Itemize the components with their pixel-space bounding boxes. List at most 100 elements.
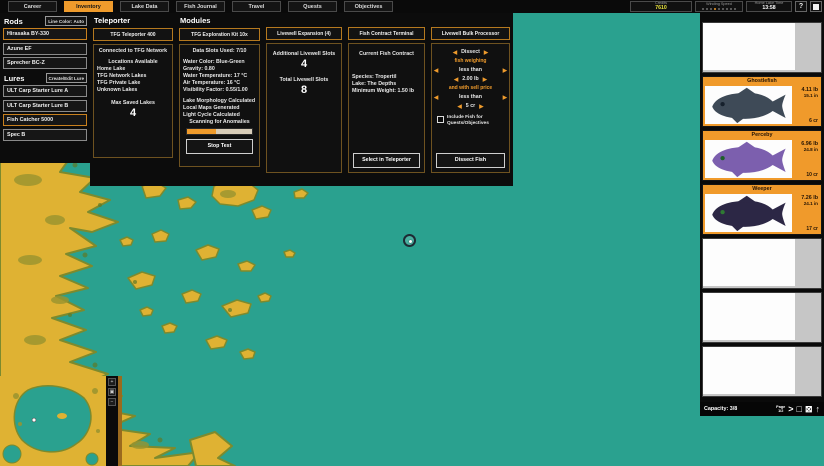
contract-lake: Lake: The Depths [352,81,421,88]
fish-price: 17 cr [806,226,818,232]
page-indicator: Page 1/2 [776,405,785,413]
fish-length: 15.1 in [802,93,818,99]
lure-item[interactable]: Spec B [3,129,87,141]
select-in-teleporter-button[interactable]: Select in Teleporter [353,153,420,168]
lure-item[interactable]: ULT Carp Starter Lure B [3,100,87,112]
price-increase-arrow[interactable] [479,104,483,110]
line-color-button[interactable]: Line Color: Auto [45,16,87,26]
minimap-zoom-in-button[interactable]: + [108,378,116,386]
data-slots-used: Data Slots Used: 7/10 [183,48,256,55]
calc-line: Local Maps Generated [183,105,256,112]
process-all-icon[interactable]: ⊠ [805,404,813,414]
equipment-panels: Teleporter TFG Teleporter 400 Connected … [90,13,513,186]
scroll-up-icon[interactable]: ↑ [816,404,821,414]
include-quest-fish-checkbox[interactable] [437,116,444,123]
tab-travel[interactable]: Travel [232,1,281,12]
livewell-slot-empty[interactable] [702,292,822,343]
location-item: Unknown Lakes [97,87,169,94]
teleporter-device-button[interactable]: TFG Teleporter 400 [93,28,173,41]
location-item: TFG Network Lakes [97,73,169,80]
minimap-zoom-out-button[interactable]: − [108,398,116,406]
tab-fish-journal[interactable]: Fish Journal [176,1,225,12]
lure-item[interactable]: ULT Carp Starter Lure A [3,85,87,97]
price-comparator-next-arrow[interactable] [503,95,507,101]
dissect-fish-button[interactable]: Dissect Fish [436,153,505,168]
tab-inventory[interactable]: Inventory [64,1,113,12]
tab-objectives[interactable]: Objectives [344,1,393,12]
tab-lake-data[interactable]: Lake Data [120,1,169,12]
weight-increase-arrow[interactable] [483,77,487,83]
minimap-center-button[interactable]: ▣ [108,388,116,396]
livewell-slot-empty[interactable] [702,238,822,289]
rod-item[interactable]: Hirasaka BY-330 [3,28,87,40]
contract-min-weight: Minimum Weight: 1.50 lb [352,88,421,95]
fish-silhouette-icon [705,86,792,124]
fish-price: 6 cr [809,118,818,124]
fish-silhouette-icon [705,194,792,232]
slot-view-icon[interactable]: □ [797,404,802,414]
livewell-slot-fish[interactable]: Ghostlefish 4.11 lb 15.1 in 6 cr [702,76,822,127]
livewell-slot-fish[interactable]: Perceby 6.96 lb 24.8 in 10 cr [702,130,822,181]
teleporter-title: Teleporter [94,16,173,25]
question-mark-icon: ? [799,3,803,10]
fish-length: 24.1 in [801,201,818,207]
price-comparator-prev-arrow[interactable] [434,95,438,101]
action-value: Dissect [461,49,480,56]
minimap-controls: + ▣ − [106,376,118,466]
max-saved-lakes-value: 4 [97,107,169,120]
fish-image [705,86,792,124]
minimap-border [118,376,122,466]
panel-toggle-button[interactable] [810,1,822,12]
player-position-dot [32,418,36,422]
weight-caption: fish weighing [435,58,506,65]
game-screen: Career Inventory Lake Data Fish Journal … [0,0,824,466]
teleporter-status: Connected to TFG Network [97,48,169,55]
max-saved-lakes-label: Max Saved Lakes [97,100,169,107]
calc-line: Light Cycle Calculated [183,112,256,119]
home-lake-time-display: Home Lake Time 13:58 [746,1,792,12]
scan-progress-fill [187,129,216,134]
modules-panel: Modules TFG Exploration Kit 10x Data Slo… [176,13,263,186]
tab-career[interactable]: Career [8,1,57,12]
price-value: 5 cr [466,103,475,110]
rod-item[interactable]: Sprecher BC-Z [3,57,87,69]
rods-title: Rods [4,17,23,26]
weight-value: 2.00 lb [462,76,479,83]
winding-speed-control[interactable]: Winding Speed [695,1,743,12]
empty-slot-image-area [703,347,795,394]
weight-comparator-next-arrow[interactable] [503,68,507,74]
price-comparator-value: less than [459,94,482,101]
lure-item[interactable]: Fish Catcher 5000 [3,114,87,126]
stop-test-button[interactable]: Stop Test [186,139,253,154]
weight-decrease-arrow[interactable] [454,77,458,83]
livewell-slot-empty[interactable] [702,22,822,73]
fish-image [705,140,792,178]
livewell-slot-fish[interactable]: Weeper 7.26 lb 24.1 in 17 cr [702,184,822,235]
livewell-panel: Ghostlefish 4.11 lb 15.1 in 6 cr Perceby [700,13,824,416]
price-decrease-arrow[interactable] [458,104,462,110]
action-next-arrow[interactable] [484,50,488,56]
minimap[interactable] [0,376,106,466]
modules-title: Modules [180,16,260,25]
reading-line: Water Color: Blue-Green [183,59,256,66]
empty-slot-image-area [703,23,795,70]
fish-name: Perceby [703,131,821,140]
livewell-slot-empty[interactable] [702,346,822,397]
map-cursor-reticle [403,234,416,247]
weight-comparator-prev-arrow[interactable] [434,68,438,74]
action-prev-arrow[interactable] [453,50,457,56]
additional-slots-label: Additional Livewell Slots [270,51,338,58]
reading-line: Water Temperature: 17 °C [183,73,256,80]
main-tabs: Career Inventory Lake Data Fish Journal … [8,1,393,12]
create-edit-lure-button[interactable]: Create/Edit Lure [46,73,87,83]
help-button[interactable]: ? [795,1,807,12]
livewell-expansion-panel: Livewell Expansion (4) Additional Livewe… [263,13,345,186]
rod-item[interactable]: Azune EF [3,43,87,55]
tab-quests[interactable]: Quests [288,1,337,12]
winding-speed-label: Winding Speed [706,3,732,7]
winding-speed-dots[interactable] [702,8,737,11]
include-quest-fish-label: Include Fish for Quests/Objectives [447,115,505,127]
next-page-icon[interactable]: > [788,404,793,414]
exploration-kit-button[interactable]: TFG Exploration Kit 10x [179,28,260,41]
empty-slot-image-area [703,239,795,286]
